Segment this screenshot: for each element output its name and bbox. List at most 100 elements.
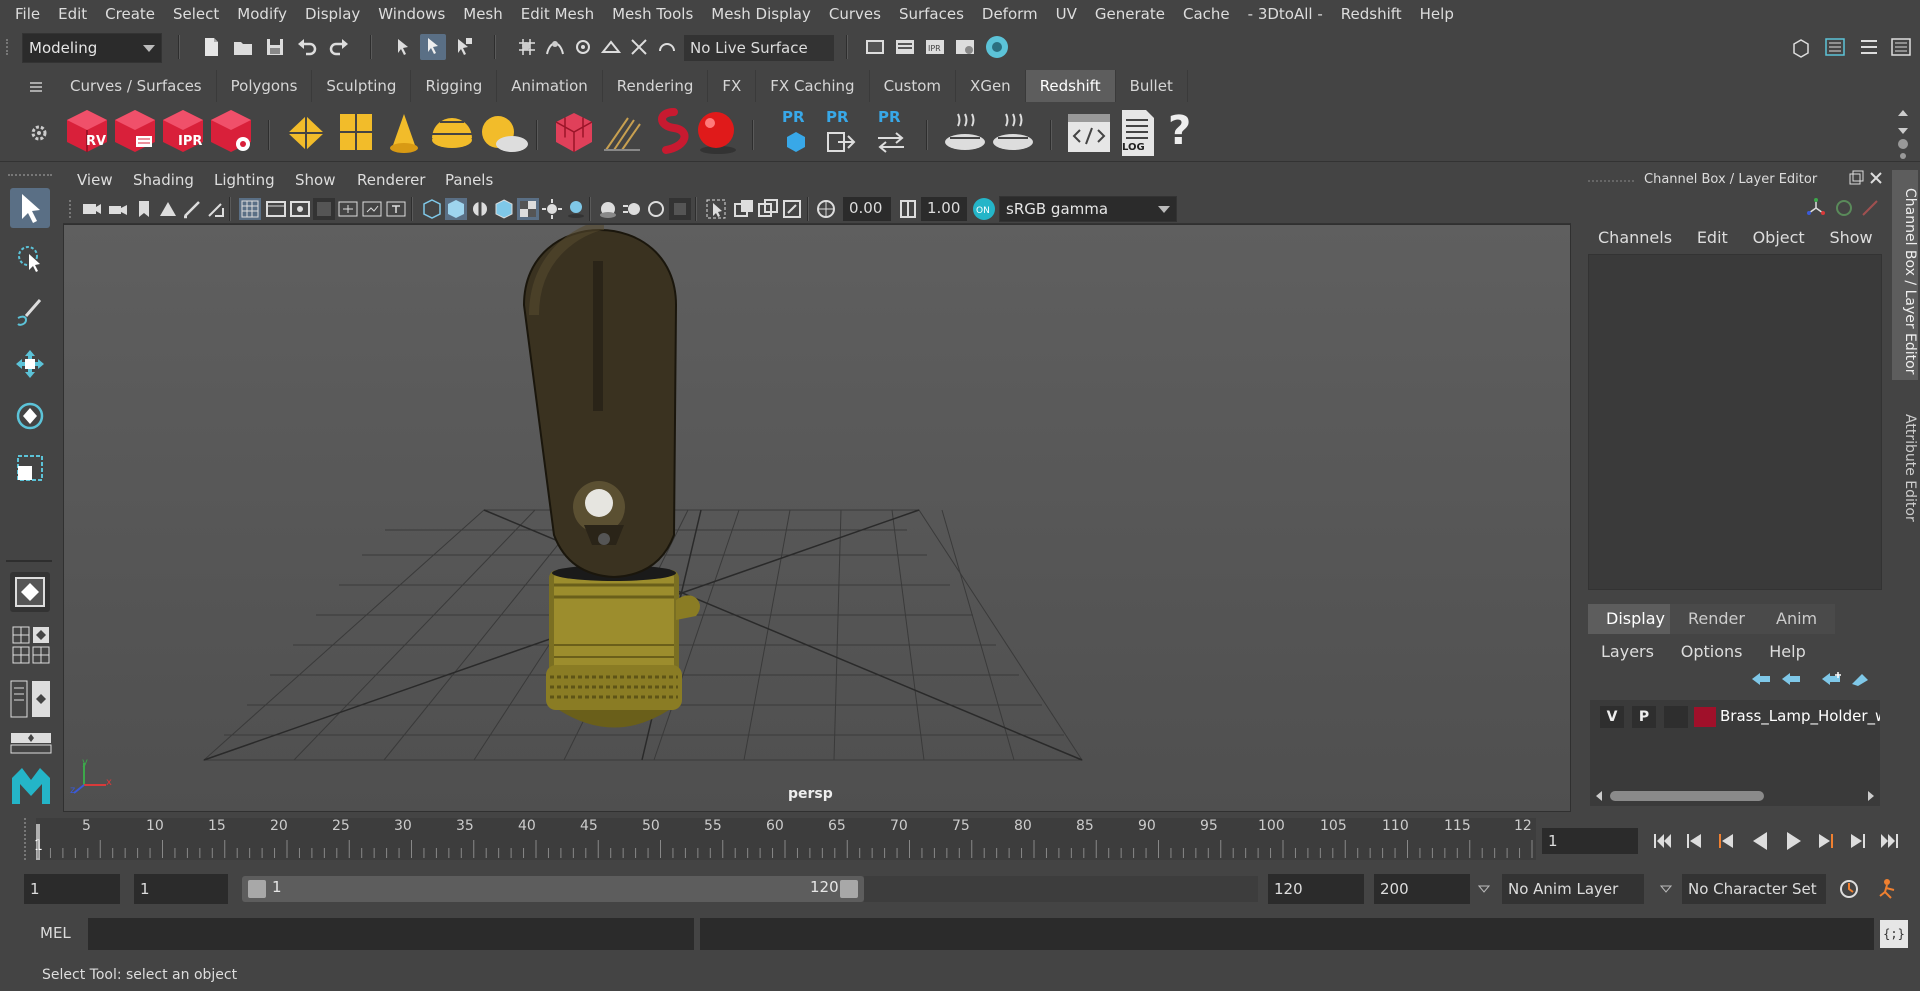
layer-tab-render[interactable]: Render: [1670, 604, 1763, 634]
manipulator-icon[interactable]: [1806, 198, 1826, 218]
float-panel-icon[interactable]: [1848, 170, 1864, 186]
chevron-down-icon[interactable]: [1478, 884, 1490, 894]
live-surface-field[interactable]: No Live Surface: [684, 35, 834, 61]
anti-aliasing-icon[interactable]: [645, 198, 667, 220]
use-all-lights-icon[interactable]: [541, 198, 563, 220]
menu-help[interactable]: Help: [1411, 0, 1463, 29]
select-object-icon[interactable]: [420, 34, 446, 60]
render-view-icon[interactable]: [864, 36, 886, 58]
go-to-end-icon[interactable]: [1878, 830, 1900, 852]
speed-icon[interactable]: [1834, 198, 1854, 218]
open-scene-icon[interactable]: [232, 36, 254, 58]
layer-tab-display[interactable]: Display: [1588, 604, 1683, 634]
shelf-tab-rigging[interactable]: Rigging: [411, 70, 498, 102]
gate-mask-icon[interactable]: [313, 198, 335, 220]
grip-icon[interactable]: [6, 39, 12, 55]
range-slider-track[interactable]: [864, 876, 1258, 902]
four-pane-layout-icon[interactable]: [12, 626, 30, 644]
single-pane-layout-button[interactable]: [10, 572, 50, 612]
viewport-menu-view[interactable]: View: [77, 171, 113, 189]
new-scene-icon[interactable]: [200, 36, 222, 58]
shelf-settings-gear-icon[interactable]: [30, 124, 48, 142]
menu-3dtoall[interactable]: - 3DtoAll -: [1239, 0, 1332, 29]
camera-icon[interactable]: [81, 198, 103, 220]
mel-label[interactable]: MEL: [40, 924, 71, 942]
shelf-tab-redshift[interactable]: Redshift: [1025, 70, 1116, 102]
shelf-tab-curves-surfaces[interactable]: Curves / Surfaces: [56, 70, 217, 102]
toggle-channel-box-icon[interactable]: [1890, 36, 1912, 58]
animation-start-field[interactable]: 1: [24, 874, 120, 904]
rs-log-button[interactable]: LOG: [1118, 108, 1158, 158]
color-space-dropdown[interactable]: sRGB gamma: [999, 196, 1177, 222]
motion-blur-icon[interactable]: [621, 198, 643, 220]
animation-end-field[interactable]: 200: [1374, 874, 1470, 904]
menu-redshift[interactable]: Redshift: [1332, 0, 1411, 29]
auto-key-icon[interactable]: [1838, 878, 1860, 900]
viewport-menu-renderer[interactable]: Renderer: [357, 171, 425, 189]
viewport-menu-lighting[interactable]: Lighting: [214, 171, 275, 189]
wireframe-on-shaded-icon[interactable]: [493, 198, 515, 220]
menu-select[interactable]: Select: [164, 0, 228, 29]
menu-mesh[interactable]: Mesh: [454, 0, 512, 29]
redo-icon[interactable]: [328, 36, 350, 58]
snap-point-icon[interactable]: [572, 36, 594, 58]
rs-dome-light-button[interactable]: [428, 110, 476, 156]
toggle-attribute-editor-icon[interactable]: [1824, 36, 1846, 58]
select-hierarchy-icon[interactable]: [392, 36, 414, 58]
scale-tool-button[interactable]: [10, 448, 50, 488]
two-pane-layout-icon[interactable]: [12, 646, 30, 664]
rs-volume-button[interactable]: [650, 108, 690, 156]
hyperbolic-icon[interactable]: [1860, 198, 1880, 218]
shelf-tab-fx[interactable]: FX: [708, 70, 757, 102]
shelf-tab-custom[interactable]: Custom: [869, 70, 957, 102]
menu-generate[interactable]: Generate: [1086, 0, 1174, 29]
go-to-start-icon[interactable]: [1652, 830, 1674, 852]
menu-windows[interactable]: Windows: [369, 0, 454, 29]
bookmark-icon[interactable]: [133, 198, 155, 220]
menuset-dropdown[interactable]: Modeling: [22, 33, 162, 63]
character-set-dropdown[interactable]: No Character Set: [1682, 874, 1826, 904]
shelf-tab-rendering[interactable]: Rendering: [602, 70, 709, 102]
layer-playback-toggle[interactable]: P: [1632, 706, 1656, 728]
outliner-persp-layout-icon[interactable]: [10, 680, 52, 718]
rs-sun-sky-button[interactable]: [476, 110, 530, 156]
textured-icon[interactable]: [517, 198, 539, 220]
layer-color-swatch[interactable]: [1694, 707, 1716, 727]
rs-area-light-button[interactable]: [284, 112, 328, 154]
layer-menu-layers[interactable]: Layers: [1601, 642, 1654, 661]
cb-menu-show[interactable]: Show: [1829, 228, 1872, 247]
xray-joints-icon[interactable]: [757, 198, 779, 220]
step-back-frame-icon[interactable]: [1684, 830, 1706, 852]
layer-tab-anim[interactable]: Anim: [1758, 604, 1836, 634]
depth-of-field-icon[interactable]: [669, 198, 691, 220]
snap-grid-icon[interactable]: [516, 36, 538, 58]
snap-live-icon[interactable]: [628, 36, 650, 58]
menu-mesh-tools[interactable]: Mesh Tools: [603, 0, 702, 29]
screen-space-ao-icon[interactable]: [597, 198, 619, 220]
cb-menu-channels[interactable]: Channels: [1598, 228, 1672, 247]
lasso-tool-button[interactable]: [10, 240, 50, 280]
hypershade-icon[interactable]: [984, 34, 1010, 60]
redshift-render-view-button[interactable]: RV: [64, 108, 110, 156]
layer-horizontal-scrollbar[interactable]: [1592, 788, 1878, 804]
side-tab-attribute-editor[interactable]: Attribute Editor: [1892, 392, 1918, 532]
rotate-tool-button[interactable]: [10, 396, 50, 436]
persp-graph-layout-icon[interactable]: [10, 732, 52, 754]
exposure-field[interactable]: 0.00: [843, 197, 891, 221]
help-question-icon[interactable]: ?: [1168, 106, 1198, 156]
xray-icon[interactable]: [733, 198, 755, 220]
grid-toggle-icon[interactable]: [239, 198, 261, 220]
viewport-menu-shading[interactable]: Shading: [133, 171, 194, 189]
smooth-shade-icon[interactable]: [445, 198, 467, 220]
shelf-tab-polygons[interactable]: Polygons: [216, 70, 313, 102]
menu-edit-mesh[interactable]: Edit Mesh: [512, 0, 603, 29]
snap-live-surface-icon[interactable]: [656, 36, 678, 58]
move-tool-button[interactable]: [10, 344, 50, 384]
playback-end-field[interactable]: 120: [1268, 874, 1364, 904]
field-chart-icon[interactable]: [337, 198, 359, 220]
color-management-toggle-icon[interactable]: ON: [973, 198, 995, 220]
step-forward-key-icon[interactable]: [1814, 830, 1836, 852]
menu-create[interactable]: Create: [96, 0, 164, 29]
redshift-batch-render-button[interactable]: [112, 108, 158, 156]
script-editor-button[interactable]: {;}: [1880, 920, 1908, 948]
